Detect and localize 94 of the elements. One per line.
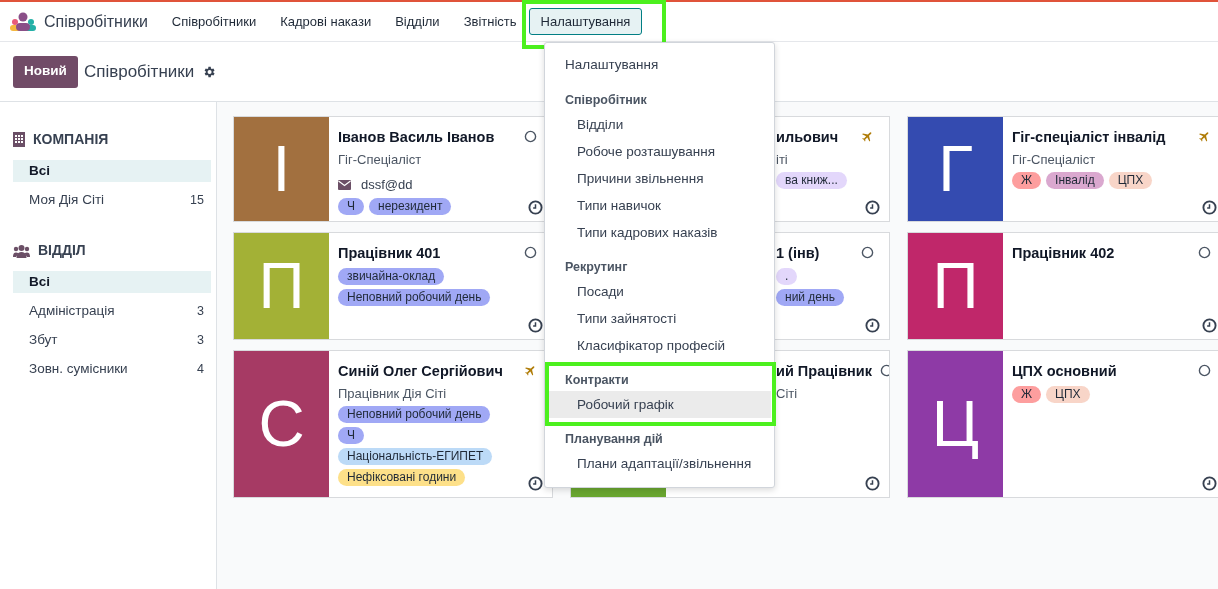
status-circle-icon: [861, 246, 874, 259]
dropdown-item[interactable]: Робочий графік: [548, 391, 771, 418]
email-text: dssf@dd: [361, 176, 413, 195]
avatar-letter: П: [932, 254, 979, 318]
dropdown-section-heading: Рекрутинг: [565, 259, 628, 276]
avatar-letter: Г: [938, 137, 973, 201]
breadcrumb-title: Співробітники: [83, 60, 195, 83]
tag: .: [776, 267, 798, 285]
employee-name: ий Працівник: [776, 362, 872, 381]
tag: ЦПХ: [1046, 385, 1090, 403]
menu-item[interactable]: Відділи: [383, 8, 452, 35]
filter-item[interactable]: Збут 3: [13, 329, 211, 351]
menu-item[interactable]: Кадрові накази: [268, 8, 384, 35]
clock-icon[interactable]: [1202, 476, 1217, 491]
job-title: Гіг-Спеціаліст: [1012, 150, 1097, 169]
avatar-letter: С: [258, 392, 305, 456]
airplane-icon: [524, 364, 537, 377]
filter-label: Всі: [29, 272, 50, 291]
menu-item[interactable]: Налаштування: [528, 8, 643, 35]
clock-icon[interactable]: [528, 318, 543, 333]
tag: Ж: [1012, 385, 1042, 403]
tag: звичайна-оклад: [338, 267, 445, 285]
tag: Ч: [338, 197, 364, 215]
filter-item[interactable]: Всі: [13, 160, 211, 182]
filter-label: Моя Дія Сіті: [29, 190, 105, 209]
employee-card[interactable]: Ц ЦПХ основний Ж ЦПХ: [907, 350, 1218, 498]
users-icon: [13, 243, 30, 258]
filter-label: Всі: [29, 161, 50, 180]
tag: ЦПХ: [1108, 172, 1153, 190]
tag: Ж: [1012, 172, 1042, 190]
employee-card[interactable]: С Синій Олег Сергійович Працівник Дія Сіті Неповний робочий день Ч Національність-ЕГИПЕТ Нефіксовані години: [233, 350, 553, 498]
clock-icon[interactable]: [865, 200, 880, 215]
dropdown-item[interactable]: Налаштування: [545, 53, 774, 77]
employee-name: ильович: [776, 128, 839, 147]
status-circle-icon: [524, 130, 537, 143]
filter-count: 3: [197, 302, 204, 320]
employee-name: 1 (інв): [776, 244, 820, 263]
status-circle-icon: [1198, 246, 1211, 259]
tag: Інвалід: [1046, 172, 1104, 190]
tag: ний день: [776, 288, 844, 306]
employee-name: Іванов Василь Іванов: [338, 128, 495, 147]
filter-label: Зовн. сумісники: [29, 359, 128, 378]
envelope-icon: [338, 180, 351, 190]
employee-card[interactable]: П Працівник 402: [907, 232, 1218, 340]
employee-card[interactable]: Г Гіг-спеціаліст інвалід Гіг-Спеціаліст Ж Інвалід ЦПХ: [907, 116, 1218, 222]
status-circle-icon: [524, 246, 537, 259]
tag: Неповний робочий день: [338, 288, 491, 306]
menu-item[interactable]: Співробітники: [159, 8, 269, 35]
clock-icon[interactable]: [865, 318, 880, 333]
menu-item[interactable]: Звітність: [451, 8, 529, 35]
app-logo-icon[interactable]: [10, 11, 36, 32]
section-heading: КОМПАНІЯ: [33, 130, 109, 149]
filter-count: 3: [197, 331, 204, 349]
filter-count: 15: [190, 191, 204, 209]
section-heading: ВІДДІЛ: [38, 241, 86, 260]
new-button[interactable]: Новий: [13, 55, 78, 88]
employee-name: Працівник 402: [1012, 244, 1115, 263]
clock-icon[interactable]: [1202, 200, 1217, 215]
dropdown-section-heading: Співробітник: [565, 92, 647, 109]
filter-item[interactable]: Адміністрація 3: [13, 300, 211, 322]
gear-icon[interactable]: [202, 64, 217, 79]
dropdown-section-heading: Планування дій: [565, 431, 663, 448]
status-circle-icon: [1198, 364, 1211, 377]
avatar-letter: П: [258, 254, 305, 318]
filter-label: Адміністрація: [29, 301, 115, 320]
employee-name: Синій Олег Сергійович: [338, 362, 503, 381]
job-title: іті: [776, 150, 789, 169]
airplane-icon: [861, 130, 874, 143]
filter-item[interactable]: Всі: [13, 271, 211, 293]
employee-name: Працівник 401: [338, 244, 441, 263]
filter-count: 4: [197, 360, 204, 378]
building-icon: [13, 132, 25, 147]
clock-icon[interactable]: [1202, 318, 1217, 333]
app-name[interactable]: Співробітники: [44, 9, 148, 34]
clock-icon[interactable]: [528, 476, 543, 491]
tag: Ч: [338, 427, 364, 445]
airplane-icon: [1198, 130, 1211, 143]
dropdown-section-heading: Контракти: [565, 372, 629, 389]
employee-name: Гіг-спеціаліст інвалід: [1012, 128, 1166, 147]
tag: Національність-ЕГИПЕТ: [338, 448, 493, 466]
job-title: Працівник Дія Сіті: [338, 384, 448, 403]
clock-icon[interactable]: [528, 200, 543, 215]
tag: нерезидент: [369, 197, 452, 215]
filter-item[interactable]: Зовн. сумісники 4: [13, 358, 211, 380]
avatar-letter: І: [272, 137, 291, 201]
job-title: Сіті: [776, 384, 799, 403]
clock-icon[interactable]: [865, 476, 880, 491]
tag: ва книж...: [776, 172, 847, 190]
job-title: Гіг-Спеціаліст: [338, 150, 423, 169]
filter-label: Збут: [29, 330, 58, 349]
tag: Нефіксовані години: [338, 469, 466, 487]
tag: Неповний робочий день: [338, 406, 491, 424]
filter-item[interactable]: Моя Дія Сіті 15: [13, 189, 211, 211]
employee-name: ЦПХ основний: [1012, 362, 1117, 381]
